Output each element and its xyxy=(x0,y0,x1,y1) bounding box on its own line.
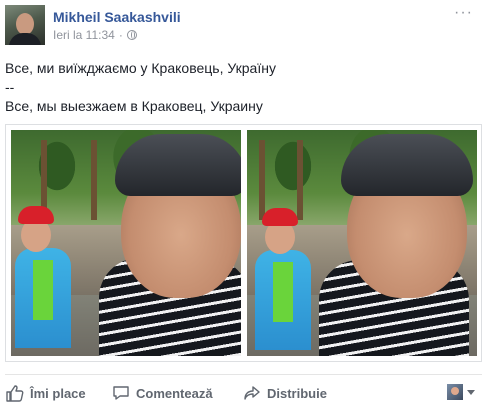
facebook-post: Mikheil Saakashvili Ieri la 11:34 · ··· … xyxy=(0,0,487,414)
actions-divider xyxy=(5,374,482,375)
kid-vest xyxy=(33,260,53,320)
ellipsis-icon[interactable]: ··· xyxy=(454,4,473,22)
post-actions: Îmi place Comentează Distribuie xyxy=(0,382,487,406)
comment-button[interactable]: Comentează xyxy=(112,382,213,404)
user-avatar xyxy=(447,384,463,400)
globe-icon[interactable] xyxy=(126,30,137,40)
post-text-line: Все, мы выезжаем в Краковец, Украину xyxy=(5,98,263,114)
photo-right[interactable] xyxy=(247,130,477,356)
share-icon xyxy=(243,384,261,402)
share-label: Distribuie xyxy=(267,385,327,401)
post-as-selector[interactable] xyxy=(447,384,475,400)
comment-label: Comentează xyxy=(136,385,213,401)
avatar-shoulders xyxy=(9,33,41,45)
post-timestamp[interactable]: Ieri la 11:34 xyxy=(53,28,115,42)
man-helmet xyxy=(341,134,473,196)
post-text-line: Все, ми виїжджаємо у Краковець, Україну xyxy=(5,60,276,76)
like-label: Îmi place xyxy=(30,385,86,401)
tree-trunk xyxy=(91,140,97,220)
thumbs-up-icon xyxy=(6,384,24,402)
post-text-line: -- xyxy=(5,79,15,95)
meta-separator: · xyxy=(118,28,123,42)
tree-trunk xyxy=(259,140,265,220)
kid-vest xyxy=(273,262,293,322)
comment-icon xyxy=(112,384,130,402)
chevron-down-icon xyxy=(467,389,475,395)
kid-helmet xyxy=(262,208,298,226)
photo-left[interactable] xyxy=(11,130,241,356)
like-button[interactable]: Îmi place xyxy=(6,382,86,404)
avatar-face xyxy=(16,13,34,35)
kid-helmet xyxy=(18,206,54,224)
post-text: Все, ми виїжджаємо у Краковець, Україну … xyxy=(5,59,475,116)
photo-grid xyxy=(5,124,482,362)
share-button[interactable]: Distribuie xyxy=(243,382,327,404)
man-helmet xyxy=(115,134,241,196)
author-avatar[interactable] xyxy=(5,5,45,45)
post-meta: Ieri la 11:34 · xyxy=(53,28,137,42)
tree-trunk xyxy=(297,140,303,220)
author-name[interactable]: Mikheil Saakashvili xyxy=(53,9,181,25)
